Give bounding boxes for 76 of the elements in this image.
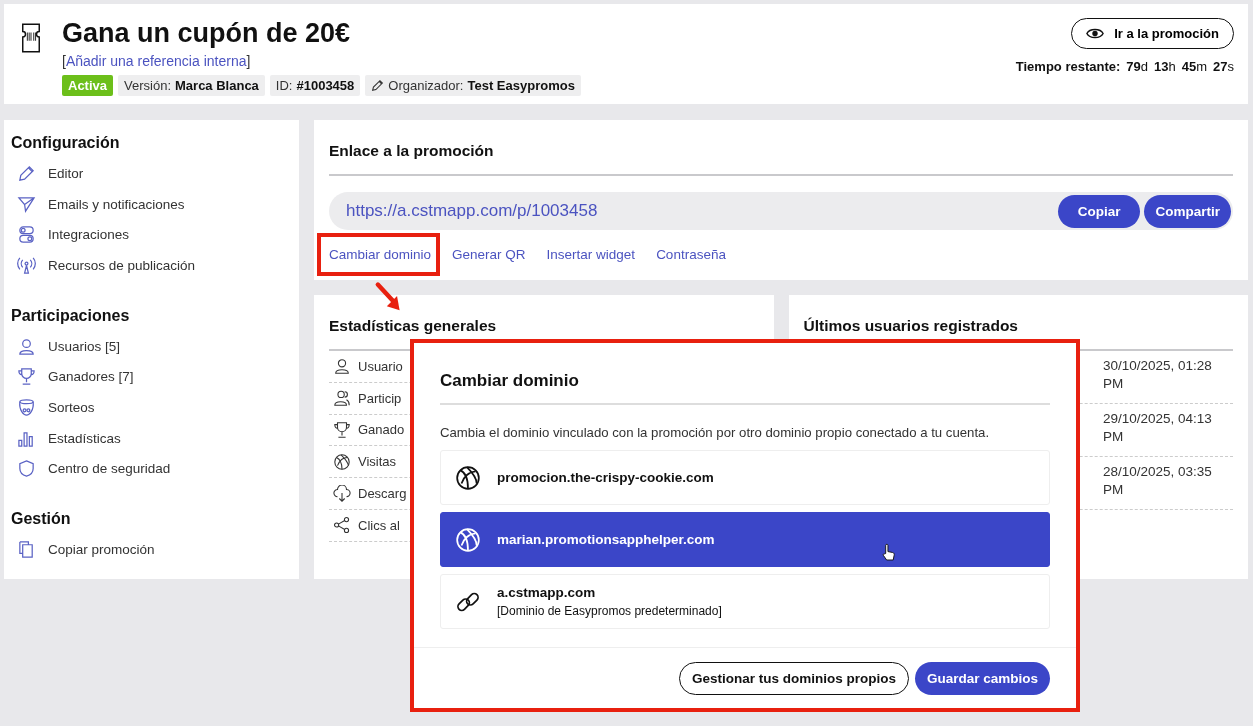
- stat-label: Usuario: [358, 358, 403, 374]
- section-title: Configuración: [11, 134, 121, 152]
- section-title: Gestión: [11, 510, 72, 529]
- user-icon: [333, 357, 351, 376]
- sidebar-item[interactable]: Usuarios [5]: [48, 338, 121, 354]
- domain-name: marian.promotionsapphelper.com: [497, 532, 715, 547]
- bracket-text: [: [62, 53, 66, 69]
- eye-icon: [1086, 27, 1105, 40]
- domain-option[interactable]: a.cstmapp.com [Dominio de Easypromos predeterminado]: [440, 574, 1050, 629]
- countdown-value: 79d: [1126, 59, 1148, 74]
- domain-option[interactable]: promocion.the-crispy-cookie.com: [440, 450, 1050, 505]
- stat-label: Visitas: [358, 454, 397, 470]
- section-title: Participaciones: [11, 306, 131, 325]
- antenna-icon: [17, 255, 36, 275]
- info-tag: Organizador: Test Easypromos: [365, 75, 581, 96]
- save-changes-button[interactable]: Guardar cambios: [914, 662, 1050, 695]
- url-field[interactable]: https://a.cstmapp.com/p/1003458 Copiar Compartir: [329, 192, 1233, 230]
- cloud-download-icon: [333, 484, 351, 503]
- stat-label: Clics al: [358, 517, 400, 533]
- go-to-promotion-button[interactable]: Ir a la promoción: [1071, 18, 1234, 49]
- stat-label: Ganado: [358, 422, 405, 438]
- globe-icon: [455, 526, 481, 553]
- countdown-value: 27s: [1213, 59, 1234, 74]
- users-icon: [333, 389, 351, 408]
- sidebar-item[interactable]: Estadísticas: [48, 430, 121, 446]
- pencil-icon: [371, 79, 385, 92]
- sidebar-item[interactable]: Sorteos: [48, 399, 95, 415]
- stat-label: Descarg: [358, 486, 407, 502]
- registration-date: 30/10/2025, 01:28 PM: [1103, 357, 1213, 393]
- domain-name: a.cstmapp.com: [497, 585, 597, 600]
- trophy-icon: [333, 421, 351, 439]
- info-tag: Versión: Marca Blanca: [118, 75, 265, 96]
- user-icon: [17, 336, 36, 356]
- sidebar-item[interactable]: Integraciones: [48, 227, 130, 243]
- link-option[interactable]: Contraseña: [644, 233, 735, 276]
- domain-name: promocion.the-crispy-cookie.com: [497, 470, 714, 485]
- card-title: Enlace a la promoción: [329, 142, 1233, 176]
- registration-date: 29/10/2025, 04:13 PM: [1103, 410, 1213, 446]
- sidebar-item[interactable]: Recursos de publicación: [48, 257, 196, 273]
- copy-icon: [17, 540, 36, 560]
- domain-option[interactable]: marian.promotionsapphelper.com: [440, 512, 1050, 567]
- sidebar-item[interactable]: Copiar promoción: [48, 542, 155, 558]
- globe-icon: [455, 464, 481, 491]
- sidebar-item[interactable]: Ganadores [7]: [48, 369, 134, 385]
- remaining-time-label: Tiempo restante:: [1015, 59, 1121, 74]
- toggle-icon: [17, 225, 36, 245]
- registration-date: 28/10/2025, 03:35 PM: [1103, 463, 1213, 499]
- pencil-icon: [17, 163, 36, 183]
- dialog-description: Cambia el dominio vinculado con la promoción por otro dominio propio conectado a tu cuenta.: [440, 425, 991, 440]
- manage-domains-button[interactable]: Gestionar tus dominios propios: [678, 662, 909, 695]
- countdown-value: 13h: [1154, 59, 1176, 74]
- link-option[interactable]: Insertar widget: [534, 233, 645, 276]
- paper-plane-icon: [17, 194, 36, 214]
- share-icon: [333, 516, 351, 535]
- promotion-title: Gana un cupón de 20€: [62, 18, 352, 49]
- domain-note: [Dominio de Easypromos predeterminado]: [497, 604, 722, 618]
- ticket-icon: [20, 22, 42, 54]
- promotion-url: https://a.cstmapp.com/p/1003458: [346, 201, 599, 221]
- dialog-title: Cambiar dominio: [440, 371, 1050, 405]
- url-action-button[interactable]: Copiar: [1057, 194, 1141, 228]
- sidebar-item[interactable]: Centro de seguridad: [48, 461, 171, 477]
- url-action-button[interactable]: Compartir: [1144, 194, 1231, 228]
- shield-icon: [17, 459, 36, 479]
- link-option[interactable]: Generar QR: [440, 233, 535, 276]
- sidebar-item[interactable]: Emails y notificaciones: [48, 196, 185, 212]
- link-option[interactable]: Cambiar dominio: [317, 233, 441, 276]
- hand-cursor-icon: [881, 543, 896, 562]
- globe-icon: [333, 452, 351, 471]
- trophy-icon: [17, 367, 36, 387]
- bracket-text: ]: [246, 53, 251, 69]
- sidebar-item[interactable]: Editor: [48, 165, 84, 181]
- bowl-icon: [17, 397, 36, 417]
- status-badge: Activa: [62, 75, 114, 96]
- countdown-value: 45m: [1181, 59, 1208, 74]
- info-tag: ID: #1003458: [269, 75, 361, 96]
- stat-label: Particip: [358, 390, 402, 406]
